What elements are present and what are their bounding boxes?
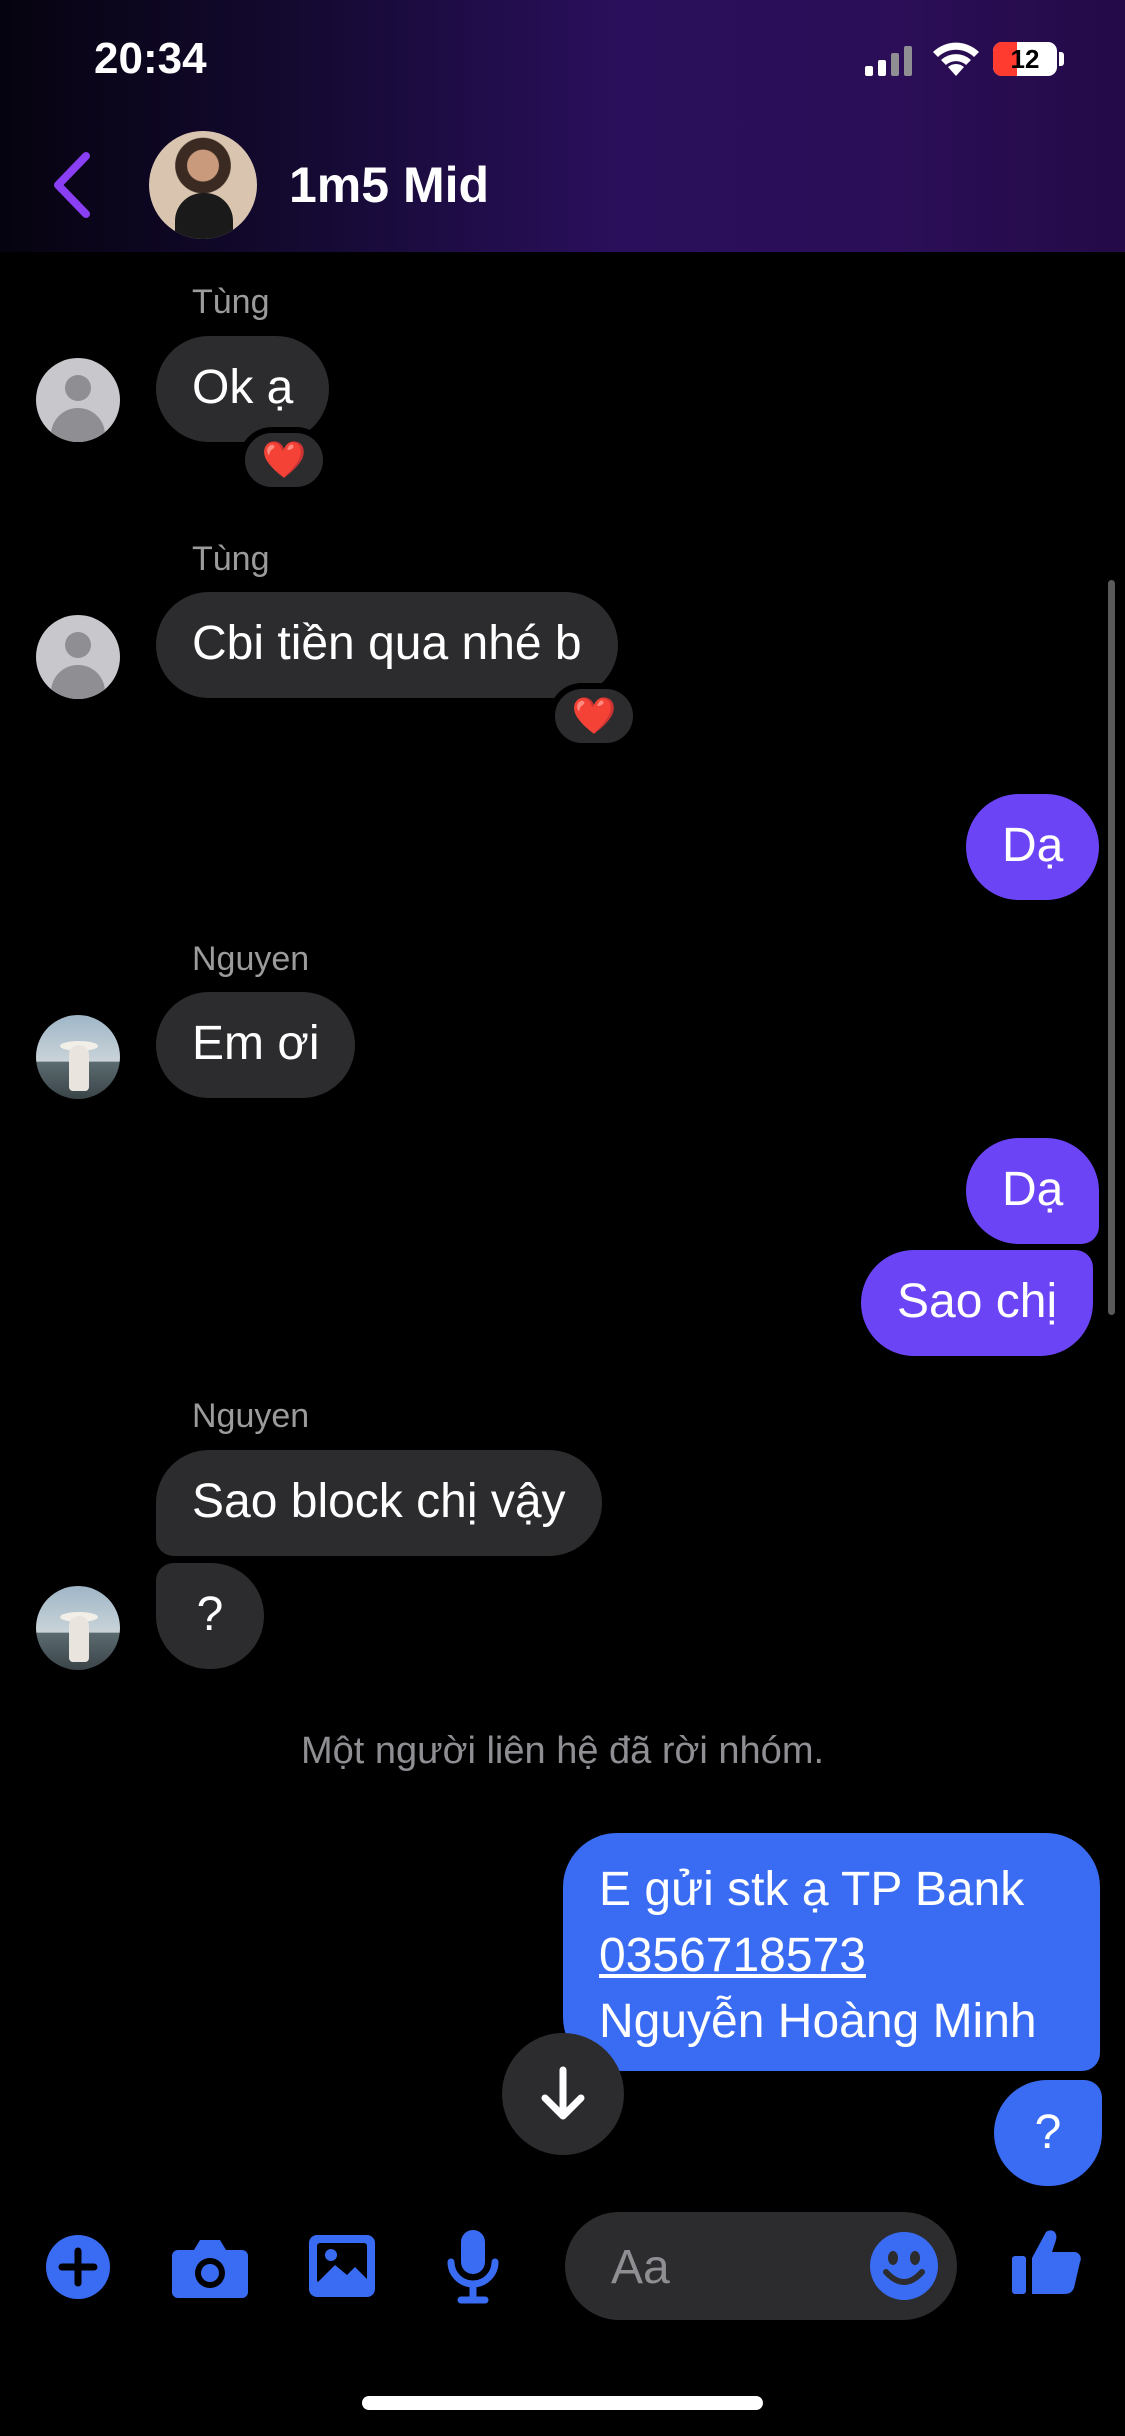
message-bubble[interactable]: ? xyxy=(156,1563,264,1669)
message-bubble-outgoing[interactable]: Sao chị xyxy=(861,1250,1094,1356)
sender-name: Tùng xyxy=(192,540,270,578)
message-bubble-outgoing[interactable]: ? xyxy=(994,2080,1102,2186)
message-bubble[interactable]: Cbi tiền qua nhé b xyxy=(156,592,618,698)
thumbs-up-icon[interactable] xyxy=(1010,2226,1082,2298)
avatar[interactable] xyxy=(36,1015,120,1099)
wifi-icon xyxy=(933,42,979,76)
scrollbar[interactable] xyxy=(1108,580,1115,1315)
system-message: Một người liên hệ đã rời nhóm. xyxy=(300,1730,825,1772)
image-icon[interactable] xyxy=(307,2233,377,2299)
battery-cap xyxy=(1059,52,1064,66)
sender-name: Nguyen xyxy=(192,1397,310,1435)
message-bubble[interactable]: Em ơi xyxy=(156,992,356,1098)
sender-name: Tùng xyxy=(192,283,270,321)
message-line: Nguyễn Hoàng Minh xyxy=(599,1995,1037,2048)
avatar[interactable] xyxy=(36,615,120,699)
scroll-to-bottom-button[interactable] xyxy=(502,2033,624,2155)
home-indicator[interactable] xyxy=(362,2396,763,2410)
group-avatar[interactable] xyxy=(149,131,257,239)
battery-icon: 12 xyxy=(993,42,1057,76)
heart-reaction-icon[interactable]: ❤️ xyxy=(549,683,639,749)
microphone-icon[interactable] xyxy=(445,2228,501,2304)
message-bubble[interactable]: Sao block chị vậy xyxy=(156,1450,602,1556)
message-bubble-outgoing[interactable]: Dạ xyxy=(966,794,1100,900)
emoji-icon[interactable] xyxy=(868,2230,940,2302)
arrow-down-icon xyxy=(541,2066,585,2120)
heart-reaction-icon[interactable]: ❤️ xyxy=(239,427,329,493)
message-bubble-outgoing[interactable]: E gửi stk ạ TP Bank 0356718573 Nguyễn Ho… xyxy=(563,1833,1100,2071)
avatar[interactable] xyxy=(36,358,120,442)
message-bubble[interactable]: Ok ạ xyxy=(156,336,330,442)
cellular-signal-icon xyxy=(865,46,912,76)
chat-header: 20:34 12 1m5 Mid xyxy=(0,0,1125,252)
account-number-link[interactable]: 0356718573 xyxy=(599,1929,866,1982)
message-bubble-outgoing[interactable]: Dạ xyxy=(966,1138,1100,1244)
message-composer[interactable] xyxy=(565,2212,957,2320)
battery-level: 12 xyxy=(1010,43,1040,74)
chat-title[interactable]: 1m5 Mid xyxy=(289,156,489,214)
camera-icon[interactable] xyxy=(172,2236,248,2300)
plus-circle-icon[interactable] xyxy=(44,2233,112,2301)
sender-name: Nguyen xyxy=(192,940,310,978)
status-time: 20:34 xyxy=(94,34,207,83)
avatar[interactable] xyxy=(36,1586,120,1670)
message-input[interactable] xyxy=(609,2236,873,2298)
back-chevron-icon[interactable] xyxy=(48,150,98,220)
message-line: E gửi stk ạ TP Bank xyxy=(599,1863,1025,1916)
